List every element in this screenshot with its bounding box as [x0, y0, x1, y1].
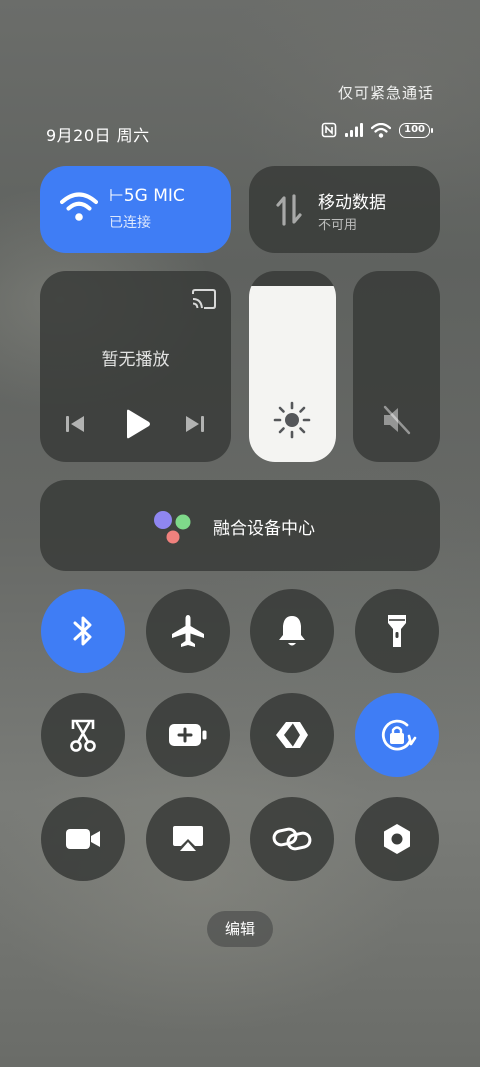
- volume-muted-icon: [383, 405, 411, 435]
- previous-icon[interactable]: [64, 414, 86, 434]
- airplane-mode-toggle[interactable]: [146, 589, 230, 673]
- screen-record-icon: [66, 829, 100, 849]
- bluetooth-toggle[interactable]: [41, 589, 125, 673]
- device-hub-button[interactable]: 融合设备中心: [40, 480, 440, 571]
- device-hub-label: 融合设备中心: [213, 519, 315, 539]
- bell-icon: [279, 616, 305, 646]
- wifi-icon: [371, 122, 392, 138]
- link-toggle[interactable]: [250, 797, 334, 881]
- screenshot-toggle[interactable]: [41, 693, 125, 777]
- wifi-status: 已连接: [109, 215, 151, 231]
- flashlight-toggle[interactable]: [355, 589, 439, 673]
- next-icon[interactable]: [184, 414, 206, 434]
- settings-toggle[interactable]: [355, 797, 439, 881]
- media-status-text: 暂无播放: [101, 350, 170, 370]
- date-text: 9月20日 周六: [46, 126, 150, 145]
- bluetooth-icon: [73, 616, 92, 646]
- brightness-icon: [273, 401, 311, 439]
- edit-button[interactable]: 编辑: [207, 911, 273, 947]
- device-hub-icon: [154, 511, 191, 544]
- mobile-data-title: 移动数据: [318, 193, 386, 213]
- flashlight-icon: [388, 615, 406, 647]
- rotation-lock-icon: [381, 719, 417, 751]
- link-icon: [272, 827, 312, 851]
- airplane-icon: [172, 615, 204, 647]
- mobile-data-icon: [276, 194, 302, 226]
- battery-icon: 100: [399, 122, 433, 138]
- nfc-icon: [321, 122, 337, 138]
- signal-icon: [345, 123, 364, 137]
- cast-icon[interactable]: [191, 288, 217, 310]
- mobile-data-status: 不可用: [318, 218, 358, 233]
- settings-nut-icon: [384, 824, 410, 854]
- media-player-tile[interactable]: 暂无播放: [40, 271, 231, 462]
- mobile-data-tile[interactable]: 移动数据 不可用: [249, 166, 440, 253]
- screen-record-toggle[interactable]: [41, 797, 125, 881]
- nearby-share-icon: [276, 722, 308, 748]
- screenshot-icon: [70, 719, 96, 752]
- emergency-call-text: 仅可紧急通话: [337, 84, 434, 102]
- battery-saver-icon: [169, 724, 207, 746]
- cast-screen-icon: [173, 826, 203, 851]
- nearby-share-toggle[interactable]: [250, 693, 334, 777]
- wifi-network-name: ⊢5G MIC: [109, 186, 185, 206]
- cast-screen-toggle[interactable]: [146, 797, 230, 881]
- volume-slider[interactable]: [353, 271, 440, 462]
- wifi-tile[interactable]: ⊢5G MIC 已连接: [40, 166, 231, 253]
- brightness-slider[interactable]: [249, 271, 336, 462]
- play-icon[interactable]: [122, 408, 152, 440]
- ringer-toggle[interactable]: [250, 589, 334, 673]
- battery-saver-toggle[interactable]: [146, 693, 230, 777]
- rotation-lock-toggle[interactable]: [355, 693, 439, 777]
- wifi-tile-icon: [60, 192, 98, 221]
- status-icons: 100: [321, 122, 433, 138]
